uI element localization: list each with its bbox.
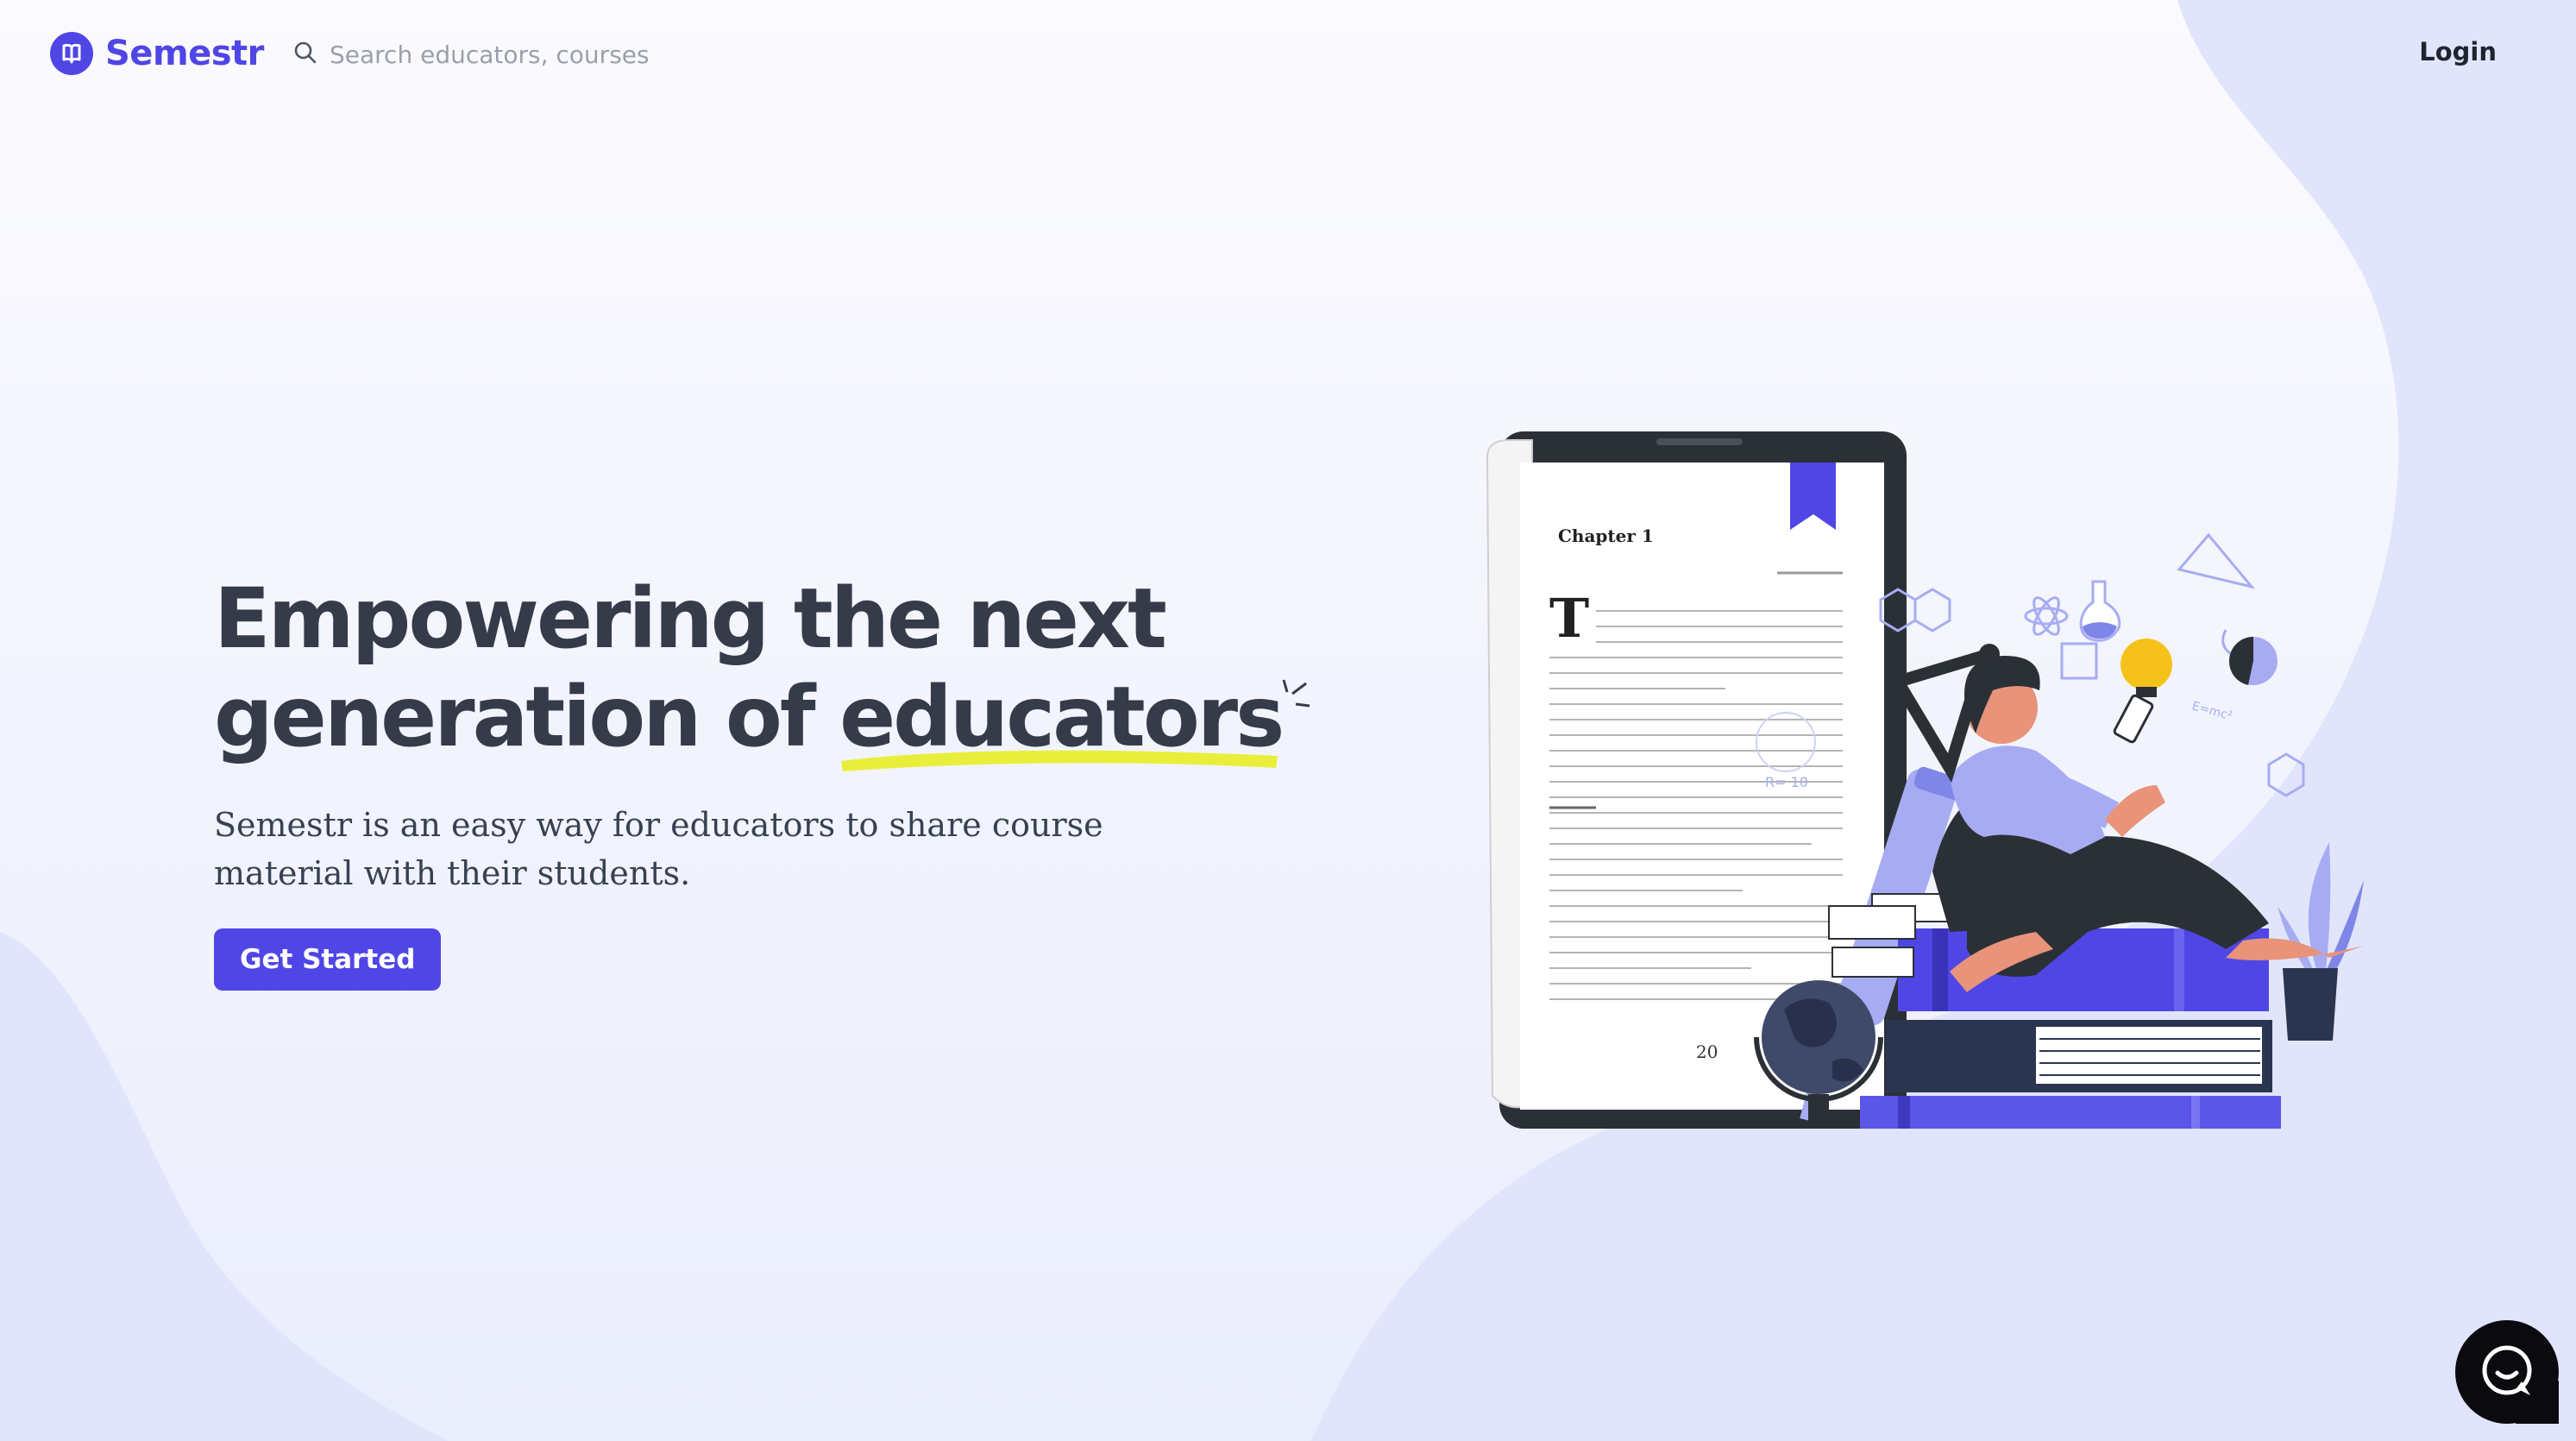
hero-subtitle: Semestr is an easy way for educators to … xyxy=(214,806,1103,892)
lightbulb xyxy=(2120,639,2172,697)
chat-widget-button[interactable] xyxy=(2455,1320,2559,1424)
search-icon xyxy=(293,41,317,68)
get-started-button[interactable]: Get Started xyxy=(214,928,442,991)
book-chapter-title: Chapter 1 xyxy=(1558,525,1654,546)
headline-line-2-prefix: generation of xyxy=(214,669,840,765)
search-bar[interactable] xyxy=(293,35,742,74)
hero-illustration: Chapter 1 T R= 10 20 E=mc² xyxy=(1486,431,2364,1129)
headline-highlight: educators xyxy=(839,668,1310,771)
brand-name: Semestr xyxy=(105,34,264,73)
top-nav: Semestr Login xyxy=(0,0,2576,109)
hero-headline: Empowering the next generation of educat… xyxy=(214,569,1335,771)
brand-logo[interactable]: Semestr xyxy=(50,32,264,75)
login-link[interactable]: Login xyxy=(2419,37,2497,66)
formula-note-2: E=mc² xyxy=(2190,699,2234,723)
sparkle-icon xyxy=(1282,679,1310,708)
headline-line-1: Empowering the next xyxy=(214,570,1167,667)
pie-chart-doodle xyxy=(2228,637,2278,685)
chat-icon xyxy=(2482,1345,2532,1395)
flask xyxy=(2079,580,2121,642)
logo-book-icon xyxy=(50,32,93,75)
search-input[interactable] xyxy=(330,40,726,69)
book-page-number: 20 xyxy=(1696,1041,1718,1062)
hero-section: Empowering the next generation of educat… xyxy=(214,569,1335,991)
formula-note: R= 10 xyxy=(1765,774,1808,790)
book-dropcap: T xyxy=(1549,587,1589,650)
